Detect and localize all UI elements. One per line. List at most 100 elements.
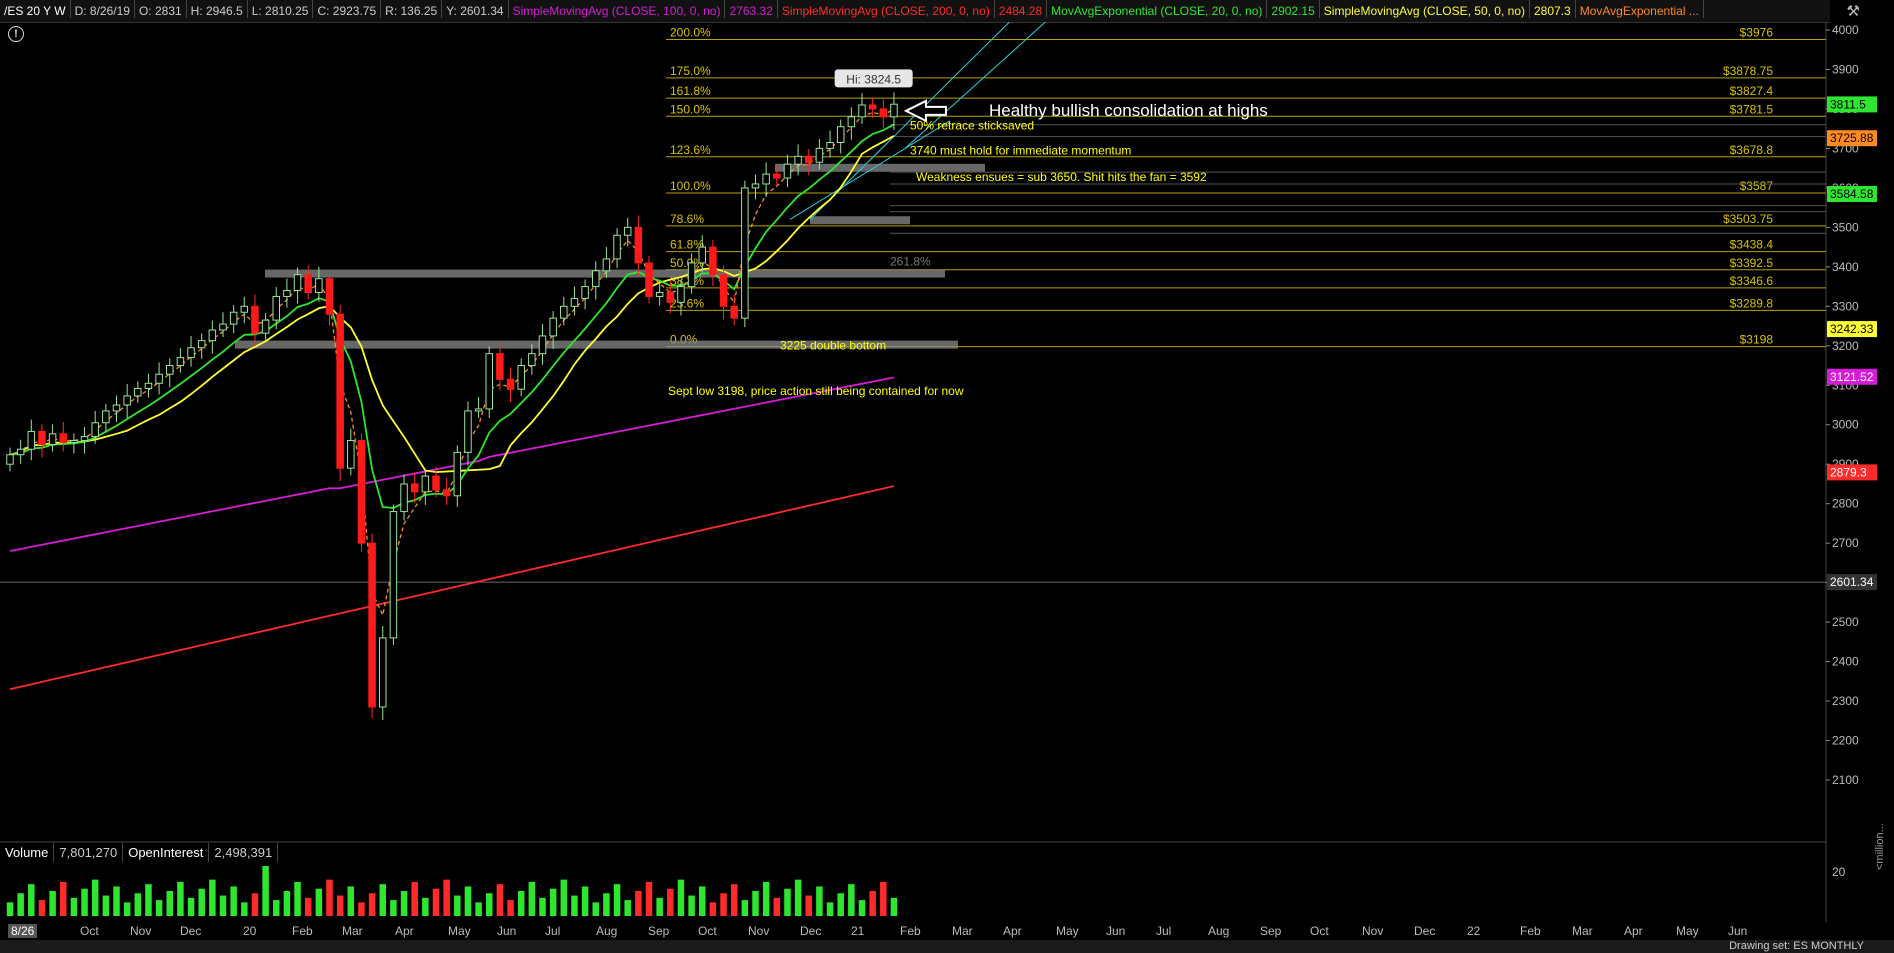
volume-header: Volume 7,801,270 OpenInterest 2,498,391 <box>0 843 279 863</box>
time-axis-label: Oct <box>1310 924 1329 938</box>
candle <box>858 104 866 118</box>
volume-bar <box>794 879 802 916</box>
candle <box>592 270 600 288</box>
candle <box>347 440 355 469</box>
y-tick-label: 2300 <box>1832 694 1859 708</box>
volume-bar <box>113 886 120 916</box>
volume-bar <box>848 884 855 916</box>
candle <box>762 173 770 185</box>
candle <box>847 116 856 128</box>
volume-bar <box>464 886 472 916</box>
candle <box>773 173 781 179</box>
ema-20-line <box>9 123 895 509</box>
candle <box>496 353 504 380</box>
volume-bar <box>145 884 152 916</box>
candle <box>485 353 493 410</box>
study-value: 2807.3 <box>1530 0 1576 18</box>
volume-bar <box>475 902 482 916</box>
study-value: 2763.32 <box>725 0 778 18</box>
fib-extension-label: 261.8% <box>890 254 931 268</box>
volume-bar <box>741 900 749 916</box>
time-axis-label: May <box>1056 924 1079 938</box>
time-axis-label: May <box>448 924 471 938</box>
volume-bar <box>645 881 653 916</box>
study-label[interactable]: MovAvgExponential ... <box>1576 0 1704 18</box>
annotation-hold: 3740 must hold for immediate momentum <box>910 144 1131 158</box>
time-axis-label: Dec <box>1414 924 1436 938</box>
candle <box>549 317 557 337</box>
fib-percent-label: 78.6% <box>670 212 704 226</box>
drawing-set-label[interactable]: Drawing set: ES MONTHLY <box>1729 940 1864 952</box>
time-axis-label: Oct <box>80 924 99 938</box>
y-tick-label: 2200 <box>1832 734 1859 748</box>
volume-bar <box>91 879 99 916</box>
candle <box>261 319 270 334</box>
time-axis-label: Nov <box>130 924 152 938</box>
candle <box>229 311 238 325</box>
candle <box>389 511 398 639</box>
candle <box>570 297 579 307</box>
y-tick-label: 3200 <box>1832 339 1859 353</box>
study-label[interactable]: SimpleMovingAvg (CLOSE, 50, 0, no) <box>1320 0 1530 18</box>
study-label[interactable]: MovAvgExponential (CLOSE, 20, 0, no) <box>1047 0 1268 18</box>
volume-unit-label: <million... <box>1874 823 1886 870</box>
sma-50-line <box>9 135 895 474</box>
wrench-icon[interactable]: ⚒ <box>1847 2 1860 20</box>
y-tick-label: 4000 <box>1832 23 1859 37</box>
candle <box>506 378 515 390</box>
price-chart: 2100220023002400250026002700280029003000… <box>0 22 1877 922</box>
symbol-label[interactable]: /ES 20 Y W <box>0 0 71 18</box>
volume-bar <box>6 902 14 916</box>
candle <box>666 292 675 303</box>
candle <box>783 163 792 179</box>
volume-bar <box>166 891 173 916</box>
volume-bar <box>677 879 685 916</box>
volume-bar <box>326 879 333 916</box>
volume-bar <box>17 893 24 916</box>
volume-bar <box>752 891 759 916</box>
price-marker-label: 3811.5 <box>1830 97 1866 111</box>
fib-price-label: $3503.75 <box>1723 212 1773 226</box>
time-axis-label: Aug <box>596 924 618 938</box>
candle <box>890 103 898 118</box>
candle <box>410 483 419 493</box>
y-tick-label: 2400 <box>1832 655 1859 669</box>
candle <box>283 290 291 297</box>
candle <box>134 387 142 397</box>
chart-header: /ES 20 Y W D: 8/26/19 O: 2831 H: 2946.5 L: 2… <box>0 0 1830 23</box>
study-label[interactable]: SimpleMovingAvg (CLOSE, 200, 0, no) <box>778 0 995 18</box>
volume-label: Volume <box>0 843 55 862</box>
volume-bar <box>454 895 461 916</box>
study-label[interactable]: SimpleMovingAvg (CLOSE, 100, 0, no) <box>509 0 726 18</box>
volume-bar <box>390 900 397 916</box>
candle <box>6 454 14 465</box>
volume-bar <box>869 891 876 916</box>
price-marker-label: 3584.58 <box>1830 187 1874 201</box>
candle <box>623 226 632 236</box>
candle <box>655 292 664 297</box>
volume-bar <box>187 897 195 916</box>
time-axis-label: Sep <box>1260 924 1282 938</box>
annotation-double-bottom: 3225 double bottom <box>780 338 886 352</box>
volume-bar <box>549 888 557 916</box>
volume-bar <box>762 881 770 916</box>
time-axis-label: Dec <box>180 924 202 938</box>
candle <box>581 286 589 299</box>
candle <box>144 382 153 389</box>
volume-bar <box>784 888 791 916</box>
range-readout: R: 136.25 <box>381 0 443 18</box>
price-marker-label: 3121.52 <box>1830 370 1874 384</box>
fib-price-label: $3438.4 <box>1730 238 1774 252</box>
candle <box>677 286 685 303</box>
open-readout: O: 2831 <box>135 0 187 18</box>
time-axis-label: Feb <box>900 924 921 938</box>
candle <box>836 126 845 143</box>
y-tick-label: 3300 <box>1832 299 1859 313</box>
fib-price-label: $3346.6 <box>1730 274 1774 288</box>
volume-bar <box>773 897 781 916</box>
candle <box>517 365 525 390</box>
candle <box>48 433 57 445</box>
volume-bar <box>656 897 663 916</box>
volume-bar <box>28 884 35 916</box>
volume-bar <box>241 902 248 916</box>
